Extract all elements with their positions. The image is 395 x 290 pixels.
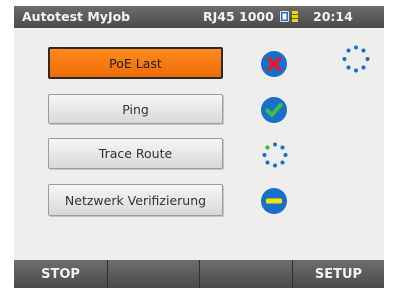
loading-spinner-icon (262, 142, 288, 168)
test-label: Netzwerk Verifizierung (64, 192, 207, 208)
battery-icon (280, 11, 298, 22)
stop-button[interactable]: STOP (14, 260, 107, 288)
test-button-ping[interactable]: Ping (48, 94, 223, 124)
stop-label: STOP (41, 266, 80, 282)
fail-x-icon (261, 51, 287, 77)
softkey-bar: STOP SETUP (14, 260, 384, 288)
job-title: Autotest MyJob (22, 9, 131, 24)
test-button-trace-route[interactable]: Trace Route (48, 138, 223, 169)
clock: 20:14 (313, 9, 353, 24)
setup-label: SETUP (314, 266, 363, 282)
test-button-poe-last[interactable]: PoE Last (48, 47, 223, 79)
loading-spinner-icon (342, 45, 370, 73)
port-status: RJ45 1000 (203, 9, 274, 24)
softkey-2[interactable] (107, 260, 199, 288)
test-label: Ping (122, 101, 149, 117)
test-label: PoE Last (109, 55, 162, 71)
test-button-netzwerk-verifizierung[interactable]: Netzwerk Verifizierung (48, 184, 223, 216)
softkey-3[interactable] (199, 260, 292, 288)
pending-dash-icon (261, 188, 287, 214)
pass-check-icon (261, 97, 287, 123)
status-bar: Autotest MyJob RJ45 1000 20:14 (14, 6, 384, 28)
screen: Autotest MyJob RJ45 1000 20:14 PoE Last (14, 6, 384, 288)
test-label: Trace Route (98, 146, 173, 161)
setup-button[interactable]: SETUP (292, 260, 384, 288)
